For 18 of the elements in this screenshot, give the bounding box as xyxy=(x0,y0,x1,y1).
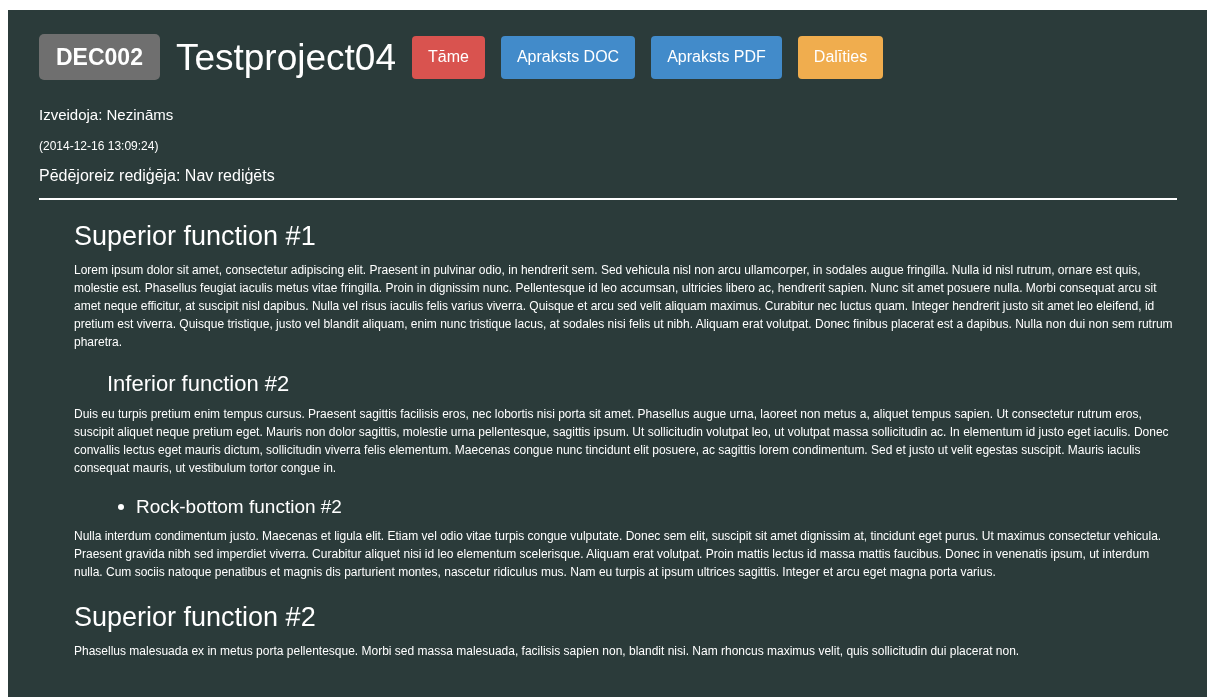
action-button[interactable]: Apraksts PDF xyxy=(651,35,782,79)
project-code-badge: DEC002 xyxy=(39,34,160,80)
project-title: Testproject04 xyxy=(175,38,396,76)
created-by-text: Izveidoja: Nezināms xyxy=(39,105,175,125)
last-edited-text: Pēdējoreiz rediģēja: Nav rediģēts xyxy=(39,165,276,186)
section-heading: Superior function #2 xyxy=(74,600,317,633)
created-date-text: (2014-12-16 13:09:24) xyxy=(39,137,160,155)
subsection-heading: Inferior function #2 xyxy=(107,370,291,397)
paragraph: Lorem ipsum dolor sit amet, consectetur adipiscing elit. Praesent in pulvinar odio, in hendrerit sem. Sed vehicula nisl non arcu ullamcorper, in sodales augue fringilla. Nulla id nisl rutrum, ornare est quis, molestie est. Phasellus feugiat iaculis metus vitae fringilla. Proin in dignissim nunc. Pellentesque id leo accumsan, ultricies libero ac, hendrerit sapien. Nunc sit amet posuere nulla. Morbi consequat arcu sit amet neque efficitur, at suscipit nisl dapibus. Nulla vel risus iaculis felis varius viverra. Quisque et arcu sed velit aliquam maximus. Curabitur nec luctus quam. Integer hendrerit justo sit amet leo eleifend, id pretium est viverra. Quisque tristique, justo vel blandit aliquam, enim nunc tristique lacus, at sodales nisi felis ut nibh. Aliquam erat volutpat. Donec finibus placerat est a dapibus. Nulla non dui non sem rutrum pharetra. xyxy=(74,261,1174,351)
action-button[interactable]: Apraksts DOC xyxy=(500,35,636,79)
section-heading: Superior function #1 xyxy=(74,219,317,252)
action-button[interactable]: Tāme xyxy=(412,35,485,79)
paragraph: Nulla interdum condimentum justo. Maecenas et ligula elit. Etiam vel odio vitae turpis congue vulputate. Donec sem elit, suscipit sit amet dignissim at, tincidunt eget purus. Ut maximus consectetur vehicula. Praesent gravida nibh sed imperdiet viverra. Curabitur aliquet nisi id leo elementum scelerisque. Aliquam erat volutpat. Proin mattis lectus id massa mattis faucibus. Donec in venenatis ipsum, ut interdum nulla. Cum sociis natoque penatibus et magnis dis parturient montes, nascetur ridiculus mus. Nam eu turpis at ipsum ultrices sagittis. Integer et arcu eget magna porta varius. xyxy=(74,527,1163,581)
action-button[interactable]: Dalīties xyxy=(797,35,884,79)
paragraph: Duis eu turpis pretium enim tempus cursus. Praesent sagittis facilisis eros, nec lobortis nisi porta sit amet. Phasellus augue urna, laoreet non metus a, aliquet tempus sapien. Ut consectetur rutrum eros, suscipit aliquet neque pretium eget. Mauris non dolor sagittis, molestie urna pellentesque, sagittis ipsum. Ut sollicitudin volutpat leo, ut volutpat massa sollicitudin ac. In elementum id justo eget iaculis. Donec convallis lectus eget mauris dictum, sollicitudin viverra felis elementum. Maecenas congue nunc tincidunt elit posuere, ac sagittis lorem condimentum. Sed et justo ut velit egestas suscipit. Mauris iaculis consequat mauris, ut vestibulum tortor congue in. xyxy=(74,405,1170,477)
bullet-icon xyxy=(118,503,124,510)
paragraph: Phasellus malesuada ex in metus porta pellentesque. Morbi sed massa malesuada, facilisis sapien non, blandit nisi. Nam rhoncus maximus velit, quis sollicitudin dui placerat non. xyxy=(74,642,1021,660)
list-heading: Rock-bottom function #2 xyxy=(136,494,342,519)
